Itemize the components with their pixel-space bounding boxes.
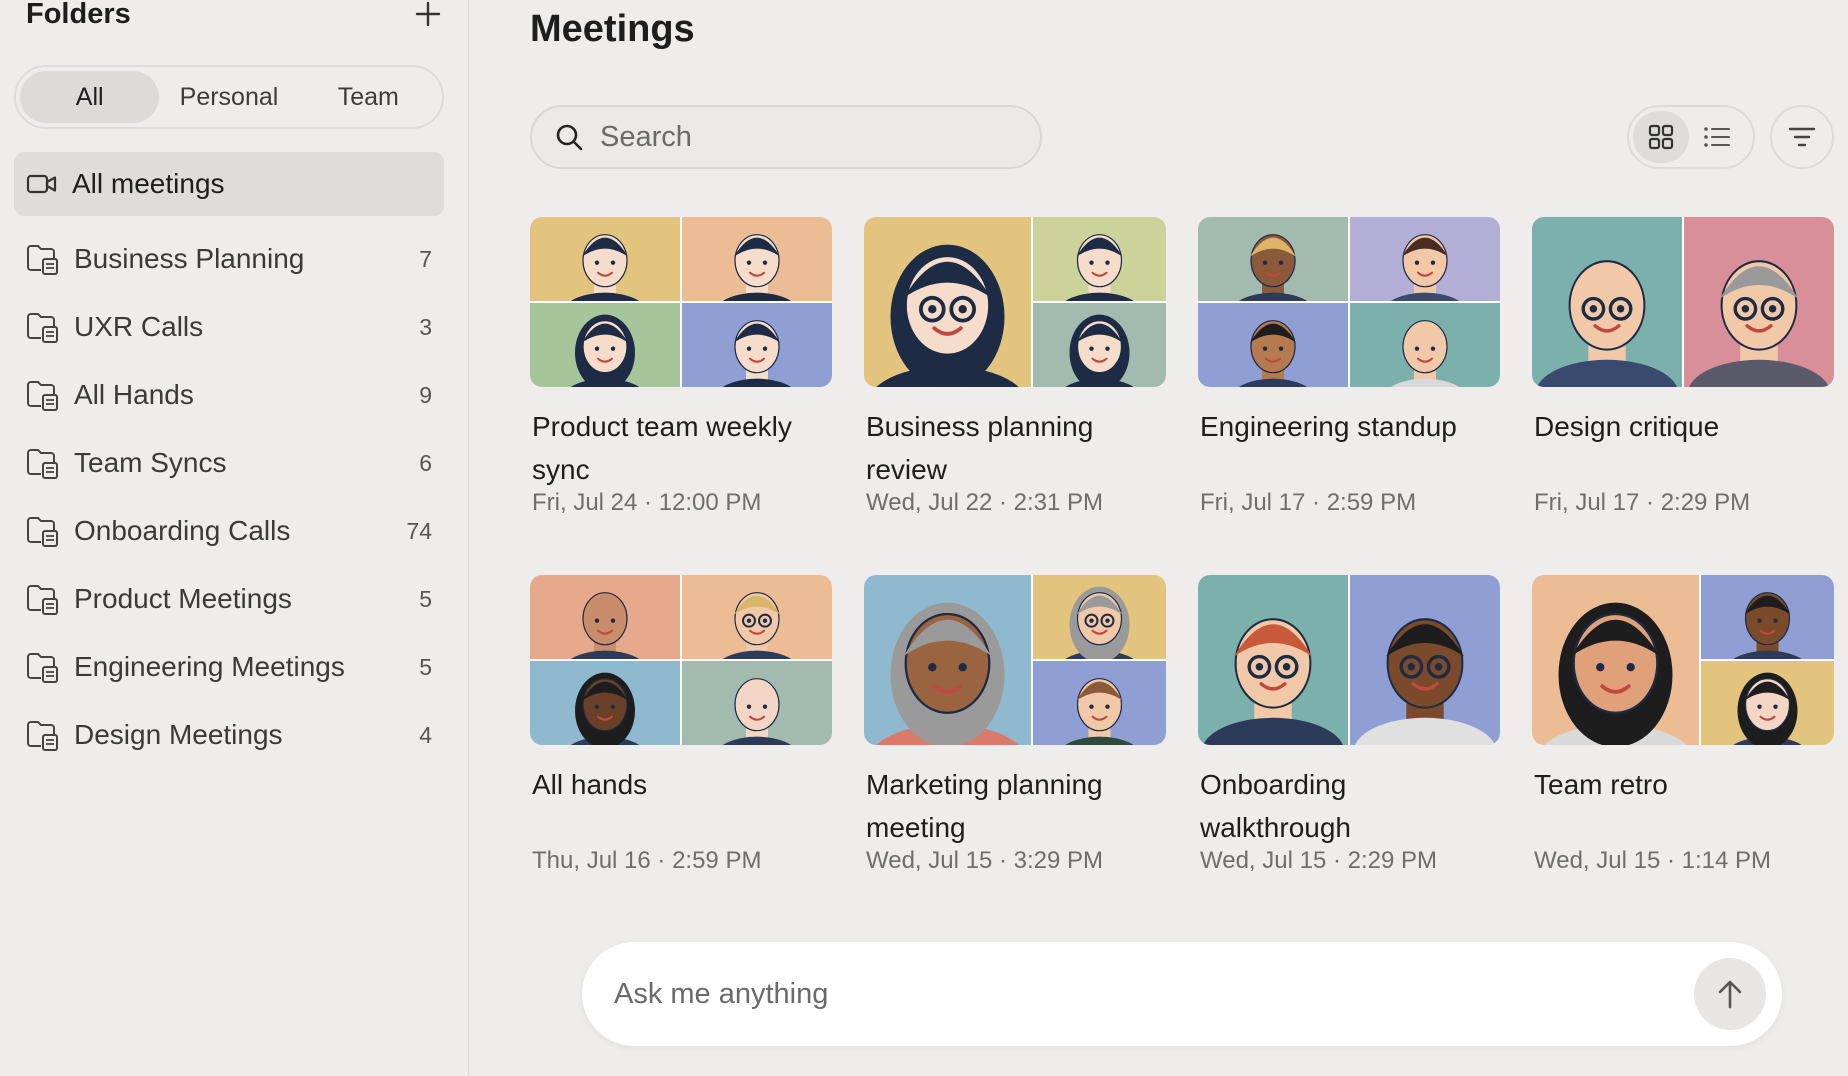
folder-icon: [27, 653, 58, 683]
meeting-date: Wed, Jul 15 · 3:29 PM: [866, 847, 1103, 874]
folder-count: 5: [419, 653, 432, 680]
list-icon: [1704, 127, 1730, 147]
sidebar-item-folder[interactable]: Business Planning 7: [14, 225, 444, 293]
folder-name: All Hands: [74, 379, 194, 410]
meeting-date: Wed, Jul 15 · 2:29 PM: [1200, 847, 1437, 874]
folder-icon: [27, 517, 58, 547]
meeting-title: Product team weekly sync: [532, 411, 792, 485]
folder-filter-segmented-control: All Personal Team: [14, 65, 444, 129]
meeting-card[interactable]: Engineering standup Fri, Jul 17 · 2:59 PM: [1198, 217, 1500, 517]
sidebar-item-folder[interactable]: Product Meetings 5: [14, 565, 444, 633]
meeting-title: Team retro: [1534, 769, 1668, 800]
meeting-date: Wed, Jul 22 · 2:31 PM: [866, 489, 1103, 516]
meeting-thumbnail: [1532, 217, 1834, 387]
meeting-thumbnail: [530, 217, 832, 387]
search-input[interactable]: [600, 120, 1000, 154]
folder-list: Business Planning 7 UXR Calls 3 All Hands 9 Te…: [14, 225, 444, 769]
meeting-thumbnail: [1198, 575, 1500, 745]
meeting-card[interactable]: Product team weekly sync Fri, Jul 24 · 12…: [530, 217, 832, 517]
folder-count: 9: [419, 381, 432, 408]
grid-icon: [1648, 124, 1674, 150]
meeting-title: All hands: [532, 769, 648, 800]
meeting-thumbnail: [1198, 217, 1500, 387]
folder-icon: [27, 381, 58, 411]
list-view-button[interactable]: [1689, 111, 1745, 163]
meeting-thumbnail: [864, 575, 1166, 745]
folder-name: Design Meetings: [74, 719, 283, 750]
folder-name: Product Meetings: [74, 583, 292, 614]
arrow-up-icon: [1718, 980, 1742, 1009]
meeting-title: Engineering standup: [1200, 411, 1457, 442]
meeting-thumbnail: [1532, 575, 1834, 745]
ask-bar[interactable]: [582, 942, 1782, 1046]
folder-icon: [27, 245, 58, 275]
sidebar-item-label: All meetings: [72, 168, 225, 199]
segment-team[interactable]: Team: [299, 71, 438, 123]
meeting-title: Onboarding walkthrough: [1200, 769, 1351, 843]
folder-name: Onboarding Calls: [74, 515, 291, 546]
segment-all[interactable]: All: [20, 71, 160, 123]
page-title: Meetings: [530, 8, 695, 50]
folder-count: 6: [419, 449, 432, 476]
sidebar-item-folder[interactable]: Onboarding Calls 74: [14, 497, 444, 565]
sidebar-item-all-meetings[interactable]: All meetings: [14, 152, 444, 216]
sidebar-item-folder[interactable]: Team Syncs 6: [14, 429, 444, 497]
folder-count: 74: [406, 517, 432, 544]
meeting-title: Design critique: [1534, 411, 1720, 442]
grid-view-button[interactable]: [1633, 111, 1689, 163]
folder-count: 7: [419, 245, 432, 272]
folder-count: 5: [419, 585, 432, 612]
folder-name: Engineering Meetings: [74, 651, 345, 682]
meeting-thumbnail: [864, 217, 1166, 387]
sidebar: Folders All Personal Team All meetings B…: [0, 0, 469, 1076]
folders-header: Folders: [26, 0, 446, 34]
sidebar-item-folder[interactable]: All Hands 9: [14, 361, 444, 429]
folder-icon: [27, 721, 58, 751]
folders-title: Folders: [26, 0, 131, 30]
sidebar-item-folder[interactable]: UXR Calls 3: [14, 293, 444, 361]
folder-icon: [27, 313, 58, 343]
folder-name: Team Syncs: [74, 447, 227, 478]
meeting-date: Wed, Jul 15 · 1:14 PM: [1534, 847, 1771, 874]
plus-icon: [415, 1, 441, 27]
send-button[interactable]: [1694, 958, 1766, 1030]
meeting-date: Fri, Jul 17 · 2:59 PM: [1200, 489, 1417, 516]
main-content: Meetings Product team weekly sync Fri, Ju…: [470, 0, 1848, 1076]
search-icon: [556, 124, 583, 151]
folder-name: Business Planning: [74, 243, 305, 274]
add-folder-button[interactable]: [410, 0, 446, 32]
meeting-card[interactable]: Design critique Fri, Jul 17 · 2:29 PM: [1532, 217, 1834, 517]
folder-count: 3: [419, 313, 432, 340]
meeting-thumbnail: [530, 575, 832, 745]
folder-icon: [27, 585, 58, 615]
folder-count: 4: [419, 721, 432, 748]
filter-icon: [1788, 127, 1816, 147]
video-camera-icon: [26, 174, 57, 194]
segment-personal[interactable]: Personal: [159, 71, 298, 123]
meeting-date: Thu, Jul 16 · 2:59 PM: [532, 847, 762, 874]
search-box[interactable]: [530, 105, 1042, 169]
ask-input[interactable]: [614, 977, 1694, 1011]
sidebar-item-folder[interactable]: Design Meetings 4: [14, 701, 444, 769]
meeting-card[interactable]: Marketing planning meeting Wed, Jul 15 · …: [864, 575, 1166, 875]
meeting-date: Fri, Jul 24 · 12:00 PM: [532, 489, 762, 516]
meeting-title: Business planning review: [866, 411, 1094, 485]
folder-name: UXR Calls: [74, 311, 204, 342]
meeting-title: Marketing planning meeting: [866, 769, 1103, 843]
meeting-card[interactable]: Team retro Wed, Jul 15 · 1:14 PM: [1532, 575, 1834, 875]
view-toggle: [1627, 105, 1755, 169]
meeting-card[interactable]: Business planning review Wed, Jul 22 · 2:…: [864, 217, 1166, 517]
meeting-date: Fri, Jul 17 · 2:29 PM: [1534, 489, 1751, 516]
meeting-card[interactable]: Onboarding walkthrough Wed, Jul 15 · 2:29…: [1198, 575, 1500, 875]
meeting-card[interactable]: All hands Thu, Jul 16 · 2:59 PM: [530, 575, 832, 875]
sidebar-item-folder[interactable]: Engineering Meetings 5: [14, 633, 444, 701]
filter-button[interactable]: [1770, 105, 1834, 169]
folder-icon: [27, 449, 58, 479]
